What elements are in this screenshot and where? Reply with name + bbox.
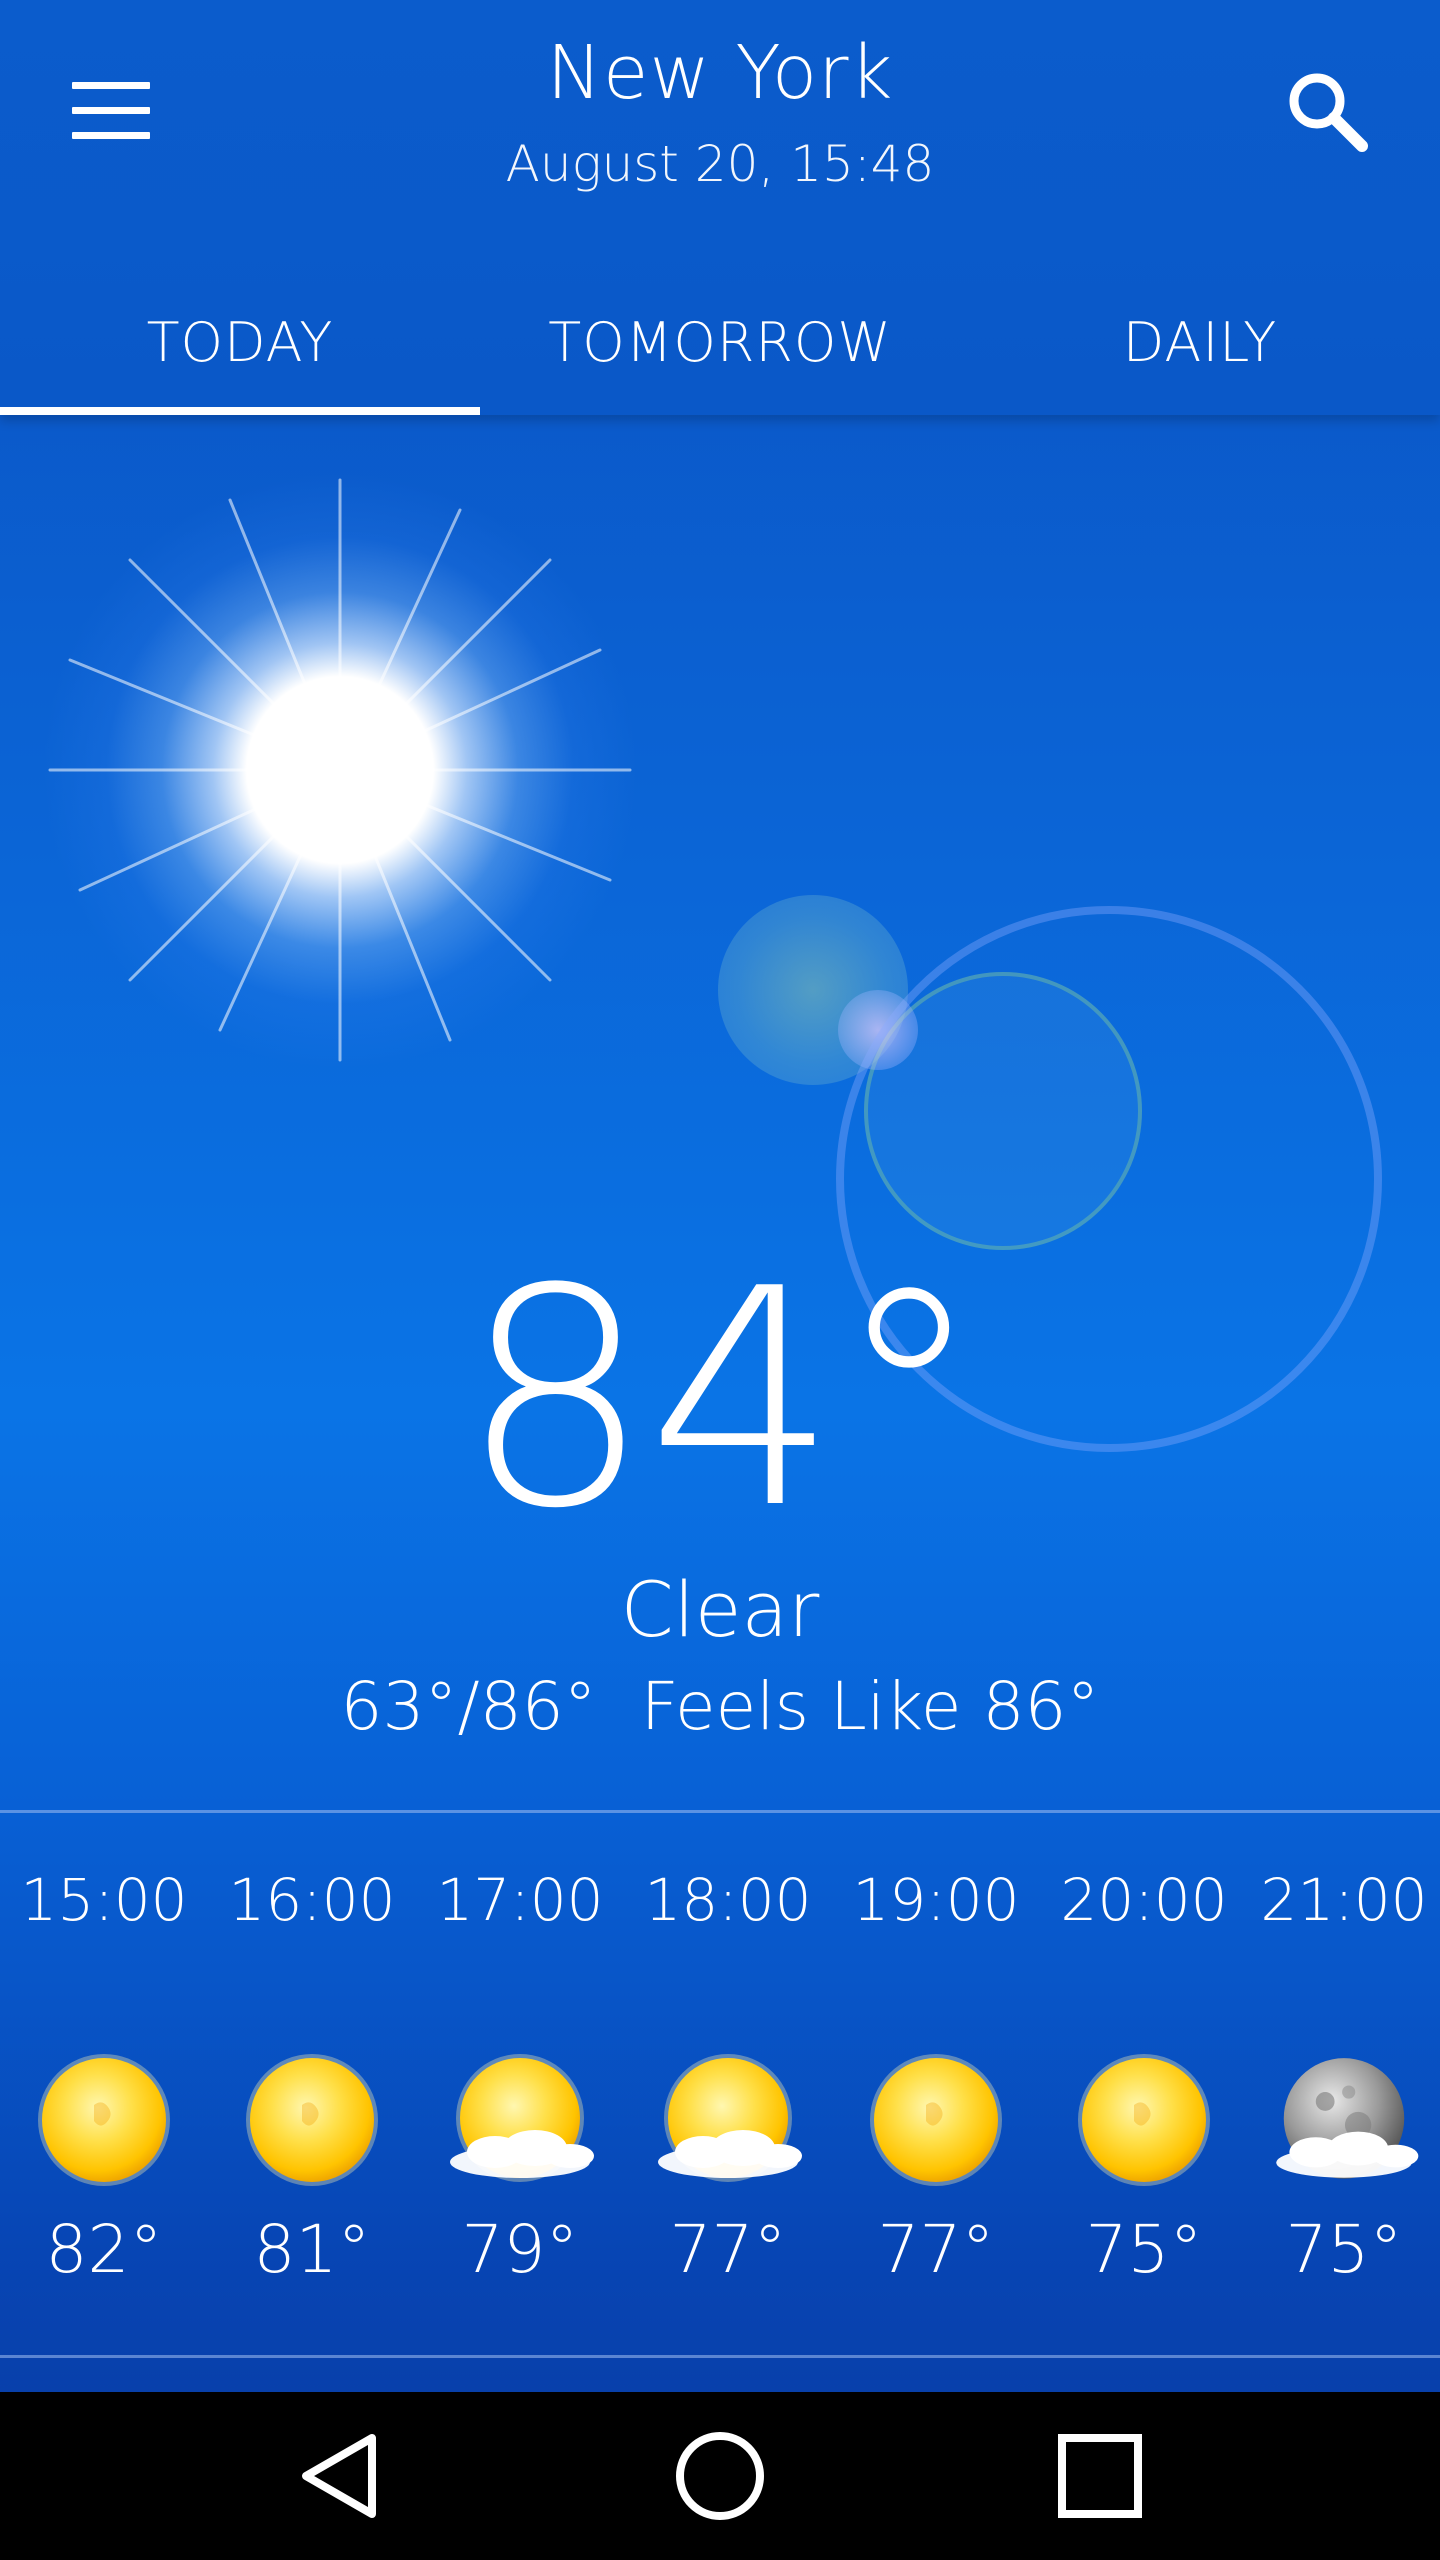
current-temperature: 84° <box>460 1225 984 1574</box>
hour-time: 17:00 <box>436 1866 604 1934</box>
hour-temp: 79° <box>461 2211 579 2288</box>
hour-time: 20:00 <box>1060 1866 1228 1934</box>
hour-time: 15:00 <box>20 1866 188 1934</box>
divider <box>0 1810 1440 1813</box>
hour-temp: 82° <box>45 2211 163 2288</box>
hourly-item[interactable]: 17:00 79° <box>416 1850 624 2300</box>
hourly-item[interactable]: 15:00 82° <box>0 1850 208 2300</box>
tab-tomorrow[interactable]: TOMORROW <box>480 270 960 415</box>
hourly-item[interactable]: 16:00 81° <box>208 1850 416 2300</box>
hour-time: 21:00 <box>1260 1866 1428 1934</box>
sun-icon <box>34 2050 174 2190</box>
hour-temp: 77° <box>669 2211 787 2288</box>
tab-bar: TODAY TOMORROW DAILY <box>0 270 1440 415</box>
moon-cloud-icon <box>1264 2050 1424 2200</box>
hour-temp: 81° <box>253 2211 371 2288</box>
search-icon[interactable] <box>1284 68 1370 154</box>
sun-cloud-icon <box>435 2050 605 2200</box>
app-header: New York August 20, 15:48 TODAY TOMORROW… <box>0 0 1440 415</box>
hourly-item[interactable]: 19:00 77° <box>832 1850 1040 2300</box>
home-circle-icon[interactable] <box>670 2426 770 2526</box>
sun-rays <box>48 478 632 1062</box>
sun-icon <box>242 2050 382 2190</box>
city-name: New York <box>546 30 894 116</box>
recents-square-icon[interactable] <box>1050 2426 1150 2526</box>
sun-cloud-icon <box>643 2050 813 2200</box>
tab-today[interactable]: TODAY <box>0 270 480 415</box>
weather-app: New York August 20, 15:48 TODAY TOMORROW… <box>0 0 1440 2560</box>
hour-temp: 75° <box>1085 2211 1203 2288</box>
hourly-item[interactable]: 18:00 77° <box>624 1850 832 2300</box>
hour-time: 19:00 <box>852 1866 1020 1934</box>
sun-icon <box>866 2050 1006 2190</box>
divider <box>0 2355 1440 2358</box>
current-condition: Clear <box>620 1565 820 1654</box>
feels-like: Feels Like 86° <box>640 1668 1100 1745</box>
hourly-forecast[interactable]: 15:00 82° 16:00 81° 17:00 79° 18:00 77° … <box>0 1850 1440 2300</box>
sun-icon <box>1074 2050 1214 2190</box>
tab-daily[interactable]: DAILY <box>960 270 1440 415</box>
hourly-item[interactable]: 20:00 75° <box>1040 1850 1248 2300</box>
date-time: August 20, 15:48 <box>505 135 935 193</box>
temperature-range-line: 63°/86° Feels Like 86° <box>0 1668 1440 1745</box>
hour-time: 16:00 <box>228 1866 396 1934</box>
hour-temp: 77° <box>877 2211 995 2288</box>
hourly-item[interactable]: 21:00 75° <box>1248 1850 1440 2300</box>
hour-time: 18:00 <box>644 1866 812 1934</box>
low-high-temp: 63°/86° <box>340 1668 597 1745</box>
hour-temp: 75° <box>1285 2211 1403 2288</box>
system-navigation-bar <box>0 2392 1440 2560</box>
back-triangle-icon[interactable] <box>290 2426 390 2526</box>
